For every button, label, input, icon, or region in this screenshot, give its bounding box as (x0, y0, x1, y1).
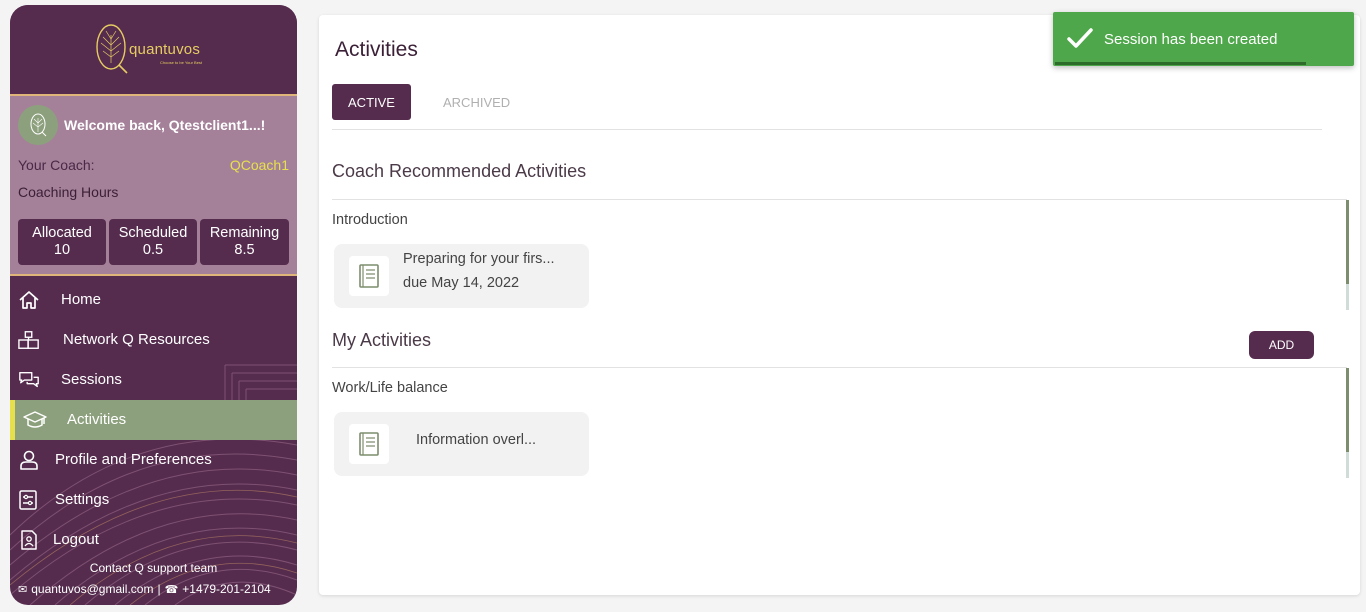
activity-card[interactable]: Information overl... (334, 412, 589, 476)
section-title-my-activities: My Activities (332, 330, 432, 350)
coach-label: Your Coach: (18, 157, 95, 173)
settings-icon (19, 490, 37, 510)
phone-icon: ☎ (164, 583, 179, 596)
sidebar: quantuvos Choose to be Your Best Welcome… (10, 5, 297, 605)
nav-item-home[interactable]: Home (10, 280, 297, 320)
coach-name[interactable]: QCoach1 (230, 157, 289, 173)
logo-text: quantuvos (129, 41, 201, 58)
toast-notification[interactable]: Session has been created (1053, 12, 1354, 66)
separator: | (157, 582, 161, 596)
activity-title: Information overl... (416, 432, 537, 448)
logo-tagline: Choose to be Your Best (160, 60, 203, 65)
tabs-divider (332, 129, 1322, 130)
contact-phone[interactable]: +1479-201-2104 (182, 582, 270, 596)
scrollbar[interactable] (1346, 368, 1349, 478)
scrollbar[interactable] (1346, 200, 1349, 310)
book-icon (349, 424, 389, 464)
check-icon (1067, 28, 1093, 48)
page-title: Activities (335, 38, 418, 61)
nav-label: Activities (67, 411, 127, 428)
stat-value: 0.5 (142, 242, 164, 258)
toast-message: Session has been created (1104, 31, 1278, 48)
group-title: Work/Life balance (332, 380, 448, 396)
nav-item-profile-and-preferences[interactable]: Profile and Preferences (10, 440, 297, 480)
nav-label: Network Q Resources (63, 331, 210, 348)
activity-title: Preparing for your firs... (403, 251, 555, 267)
tab-archived[interactable]: ARCHIVED (443, 95, 510, 110)
home-icon (19, 291, 39, 309)
nav-label: Home (61, 291, 102, 308)
tab-active[interactable]: ACTIVE (332, 84, 411, 120)
stat-value: 8.5 (234, 242, 255, 258)
coaching-hours-label: Coaching Hours (18, 184, 119, 200)
welcome-message: Welcome back, Qtestclient1...! (64, 117, 266, 133)
section-divider (332, 367, 1347, 368)
network-icon (18, 331, 39, 349)
divider (10, 274, 297, 276)
contact-email[interactable]: quantuvos@gmail.com (31, 582, 153, 596)
section-divider (332, 199, 1347, 200)
stat-scheduled: Scheduled 0.5 (109, 219, 197, 265)
welcome-panel: Welcome back, Qtestclient1...! Your Coac… (10, 96, 297, 274)
stat-label: Remaining (209, 225, 280, 241)
activity-card[interactable]: Preparing for your firs... due May 14, 2… (334, 244, 589, 308)
stat-allocated: Allocated 10 (18, 219, 106, 265)
stat-value: 10 (53, 242, 71, 258)
main-card: Activities ACTIVE ARCHIVED Coach Recomme… (319, 15, 1360, 595)
book-icon (349, 256, 389, 296)
logout-icon (21, 530, 37, 550)
activity-due-date: due May 14, 2022 (403, 275, 520, 291)
stat-label: Allocated (32, 225, 92, 241)
stat-remaining: Remaining 8.5 (200, 219, 289, 265)
section-title-coach-recommended: Coach Recommended Activities (332, 161, 587, 181)
nav-item-sessions[interactable]: Sessions (10, 360, 297, 400)
nav-item-activities[interactable]: Activities (10, 400, 297, 440)
avatar[interactable] (18, 105, 58, 145)
chat-icon (19, 371, 39, 388)
logo-area: quantuvos Choose to be Your Best (10, 5, 297, 94)
nav-item-settings[interactable]: Settings (10, 480, 297, 520)
nav-label: Logout (53, 531, 99, 548)
nav-item-network-q-resources[interactable]: Network Q Resources (10, 320, 297, 360)
toast-progress (1055, 62, 1306, 65)
nav-item-logout[interactable]: Logout (10, 520, 297, 560)
avatar-logo-icon (30, 113, 47, 137)
nav-label: Settings (55, 491, 110, 508)
contact-line: ✉ quantuvos@gmail.com | ☎ +1479-201-2104 (18, 582, 271, 596)
nav-label: Sessions (61, 371, 122, 388)
graduation-cap-icon (23, 411, 47, 428)
mail-icon: ✉ (18, 583, 28, 596)
group-title: Introduction (332, 212, 408, 228)
add-activity-button[interactable]: ADD (1249, 331, 1314, 359)
user-icon (20, 450, 38, 470)
stat-label: Scheduled (118, 225, 188, 241)
nav-label: Profile and Preferences (55, 451, 212, 468)
contact-title: Contact Q support team (89, 561, 218, 575)
